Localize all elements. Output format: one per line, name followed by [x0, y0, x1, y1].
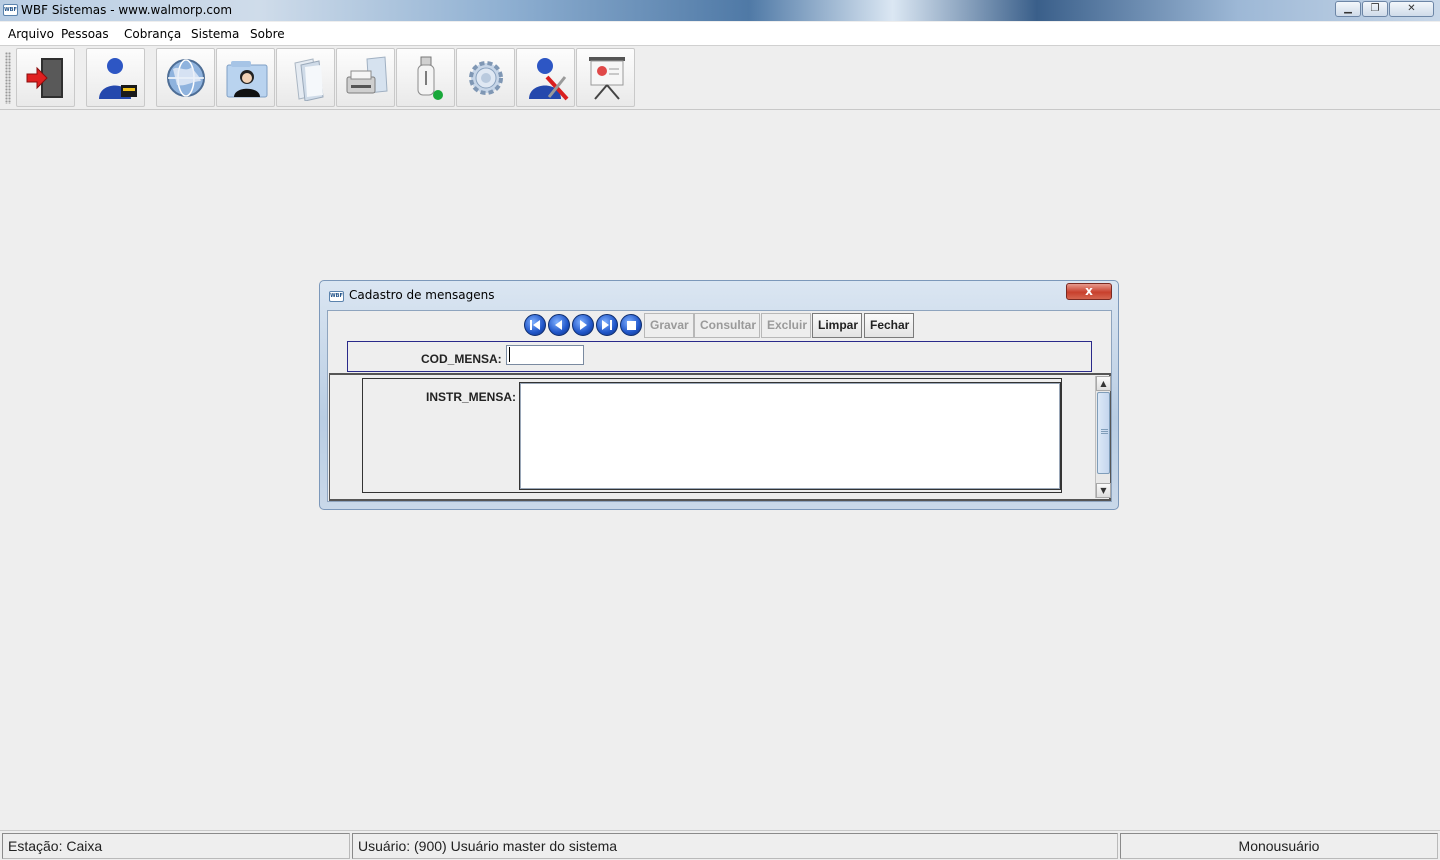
- window-title: WBF Sistemas - www.walmorp.com: [21, 3, 233, 17]
- next-record-icon: [580, 320, 587, 330]
- instr-mensa-textarea[interactable]: [519, 382, 1061, 490]
- scroll-up-button[interactable]: ▲: [1096, 376, 1111, 391]
- first-record-button[interactable]: [524, 314, 546, 336]
- toolbar-contacts-button[interactable]: [216, 48, 275, 107]
- toolbar-globe-button[interactable]: [156, 48, 215, 107]
- previous-record-button[interactable]: [548, 314, 570, 336]
- instr-scroll-pane: INSTR_MENSA: ▲ ▼: [329, 373, 1111, 501]
- status-station: Estação: Caixa: [2, 833, 350, 859]
- stop-icon: [627, 321, 636, 330]
- cadastro-mensagens-dialog: WBF Cadastro de mensagens x Gravar Consu…: [319, 280, 1119, 510]
- dialog-title: Cadastro de mensagens: [349, 288, 495, 302]
- dialog-body: Gravar Consultar Excluir Limpar Fechar C…: [327, 310, 1112, 502]
- toolbar-settings-button[interactable]: [456, 48, 515, 107]
- cod-mensa-label: COD_MENSA:: [421, 352, 502, 366]
- documents-icon: [294, 58, 324, 101]
- toolbar-documents-button[interactable]: [276, 48, 335, 107]
- dialog-logo-icon: WBF: [329, 291, 344, 302]
- gravar-button[interactable]: Gravar: [644, 313, 694, 338]
- window-title-bar[interactable]: WBF WBF Sistemas - www.walmorp.com ▁ ❐ ✕: [0, 0, 1440, 21]
- cod-mensa-input[interactable]: [506, 345, 584, 365]
- close-button[interactable]: ✕: [1389, 1, 1434, 17]
- previous-record-icon: [555, 320, 562, 330]
- settings-icon: [469, 61, 503, 95]
- excluir-button[interactable]: Excluir: [761, 313, 811, 338]
- last-record-icon: [602, 320, 612, 330]
- text-caret: [509, 347, 510, 362]
- user-lock-icon: [99, 58, 137, 99]
- status-user: Usuário: (900) Usuário master do sistema: [352, 833, 1118, 859]
- user-tools-icon: [529, 58, 569, 101]
- exit-icon: [26, 58, 63, 98]
- limpar-button[interactable]: Limpar: [812, 313, 862, 338]
- presentation-icon: [589, 57, 625, 100]
- main-toolbar: [0, 46, 1440, 110]
- next-record-button[interactable]: [572, 314, 594, 336]
- menu-sistema[interactable]: Sistema: [191, 27, 239, 41]
- menu-pessoas[interactable]: Pessoas: [61, 27, 109, 41]
- menu-cobranca[interactable]: Cobrança: [124, 27, 181, 41]
- toolbar-presentation-button[interactable]: [576, 48, 635, 107]
- toolbar-user-lock-button[interactable]: [86, 48, 145, 107]
- stop-button[interactable]: [620, 314, 642, 336]
- status-bar: Estação: Caixa Usuário: (900) Usuário ma…: [0, 830, 1440, 860]
- printer-icon: [346, 56, 388, 94]
- cod-mensa-panel: COD_MENSA:: [347, 341, 1092, 372]
- instr-mensa-panel: INSTR_MENSA:: [362, 378, 1062, 493]
- menu-sobre[interactable]: Sobre: [250, 27, 285, 41]
- scroll-down-button[interactable]: ▼: [1096, 483, 1111, 498]
- last-record-button[interactable]: [596, 314, 618, 336]
- vertical-scrollbar[interactable]: ▲ ▼: [1095, 376, 1111, 498]
- usb-drive-icon: [417, 56, 443, 100]
- toolbar-user-tools-button[interactable]: [516, 48, 575, 107]
- scrollbar-thumb[interactable]: [1097, 392, 1110, 474]
- dialog-close-button[interactable]: x: [1066, 283, 1112, 300]
- toolbar-usb-button[interactable]: [396, 48, 455, 107]
- menu-arquivo[interactable]: Arquivo: [8, 27, 54, 41]
- menu-bar: Arquivo Pessoas Cobrança Sistema Sobre: [0, 22, 1440, 46]
- first-record-icon: [530, 320, 540, 330]
- toolbar-grip[interactable]: [5, 52, 11, 104]
- consultar-button[interactable]: Consultar: [694, 313, 760, 338]
- restore-button[interactable]: ❐: [1362, 1, 1388, 17]
- contacts-icon: [226, 61, 268, 98]
- instr-mensa-label: INSTR_MENSA:: [426, 390, 517, 404]
- status-mode: Monousuário: [1120, 833, 1438, 859]
- fechar-button[interactable]: Fechar: [864, 313, 914, 338]
- toolbar-exit-button[interactable]: [16, 48, 75, 107]
- minimize-button[interactable]: ▁: [1335, 1, 1361, 17]
- globe-icon: [167, 59, 205, 97]
- toolbar-print-button[interactable]: [336, 48, 395, 107]
- app-logo-icon: WBF: [3, 4, 18, 16]
